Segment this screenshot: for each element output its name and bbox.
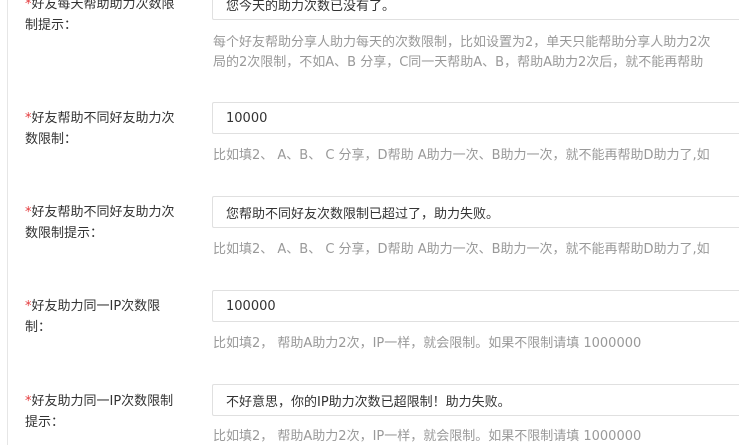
field-help-text: 比如填2、 A、B、 C 分享，D帮助 A助力一次、B助力一次，就不能再帮助D助…: [213, 240, 739, 260]
help-line: 比如填2， 帮助A助力2次，IP一样，就会限制。如果不限制请填 1000000: [213, 336, 642, 351]
field-label: *好友每天帮助助力次数限 制提示：: [25, 0, 195, 36]
field-label-text: 好友帮助不同好友助力次 数限制提示：: [25, 205, 175, 241]
help-line: 每个好友帮助分享人助力每天的次数限制，比如设置为2，单天只能帮助分享人助力2次: [213, 35, 711, 50]
help-line: 比如填2、 A、B、 C 分享，D帮助 A助力一次、B助力一次，就不能再帮助D助…: [213, 148, 710, 163]
field-help-text: 比如填2、 A、B、 C 分享，D帮助 A助力一次、B助力一次，就不能再帮助D助…: [213, 146, 739, 166]
field-label: *好友帮助不同好友助力次 数限制：: [25, 108, 195, 150]
field-label: *好友帮助不同好友助力次 数限制提示：: [25, 202, 195, 244]
field-label-text: 好友每天帮助助力次数限 制提示：: [25, 0, 175, 33]
different-friends-limit-prompt-input[interactable]: [212, 196, 739, 228]
same-ip-limit-prompt-input[interactable]: [212, 384, 739, 416]
field-label-text: 好友助力同一IP次数限制 提示：: [25, 394, 174, 430]
field-label-text: 好友助力同一IP次数限 制：: [25, 299, 161, 335]
field-help-text: 每个好友帮助分享人助力每天的次数限制，比如设置为2，单天只能帮助分享人助力2次 …: [213, 33, 739, 73]
field-label: *好友助力同一IP次数限制 提示：: [25, 391, 195, 433]
help-line: 比如填2、 A、B、 C 分享，D帮助 A助力一次、B助力一次，就不能再帮助D助…: [213, 242, 710, 257]
settings-form: *好友每天帮助助力次数限 制提示： 每个好友帮助分享人助力每天的次数限制，比如设…: [0, 0, 739, 445]
left-divider: [7, 0, 8, 445]
same-ip-limit-input[interactable]: [212, 290, 739, 322]
field-help-text: 比如填2， 帮助A助力2次，IP一样，就会限制。如果不限制请填 1000000: [213, 334, 739, 354]
field-label-text: 好友帮助不同好友助力次 数限制：: [25, 111, 175, 147]
help-line: 比如填2， 帮助A助力2次，IP一样，就会限制。如果不限制请填 1000000: [213, 429, 642, 444]
field-label: *好友助力同一IP次数限 制：: [25, 296, 195, 338]
different-friends-limit-input[interactable]: [212, 102, 739, 134]
field-help-text: 比如填2， 帮助A助力2次，IP一样，就会限制。如果不限制请填 1000000: [213, 427, 739, 445]
daily-limit-prompt-input[interactable]: [212, 0, 739, 20]
help-line: 局的2次限制，不如A、B 分享，C同一天帮助A、B，帮助A助力2次后，就不能再帮…: [213, 55, 704, 70]
